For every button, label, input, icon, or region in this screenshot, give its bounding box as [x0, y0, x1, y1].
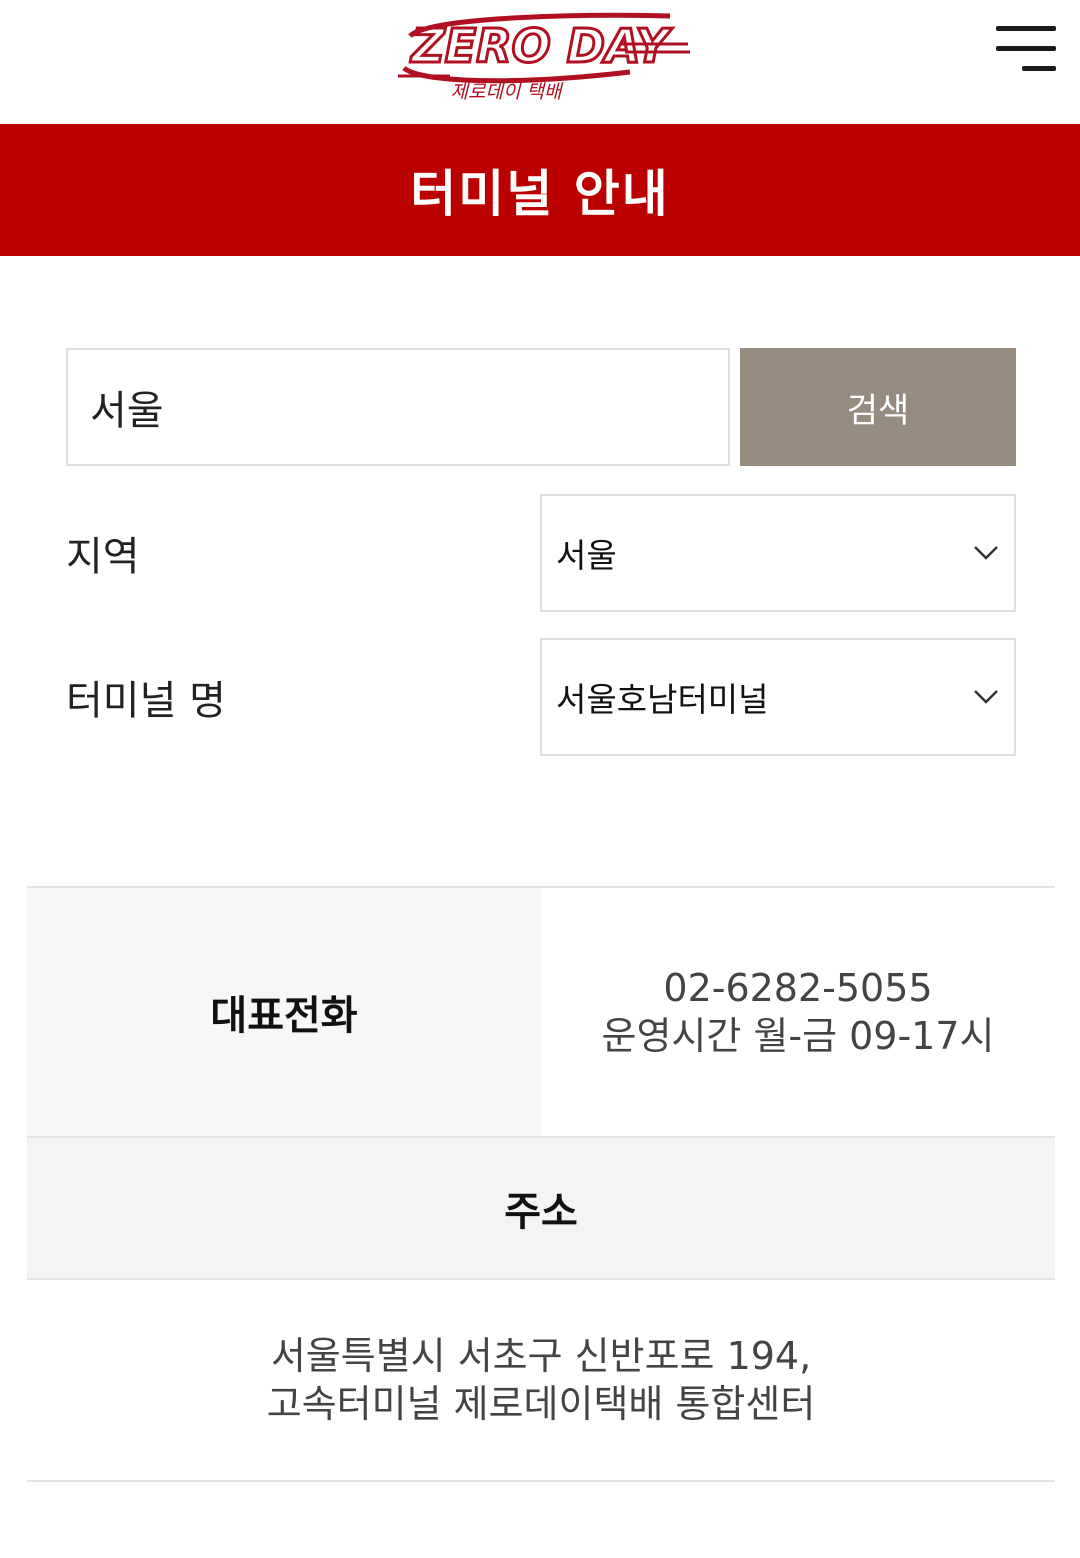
hamburger-menu-icon[interactable] — [990, 22, 1060, 78]
terminal-selected-value: 서울호남터미널 — [556, 680, 769, 719]
terminal-filter-row: 터미널 명 서울호남터미널 — [66, 638, 1016, 756]
page-title-bar: 터미널 안내 — [0, 124, 1080, 256]
logo-subtext: 제로데이 택배 — [451, 81, 564, 103]
address-line-1: 서울특별시 서초구 신반포로 194, — [270, 1334, 812, 1378]
phone-row: 대표전화 02-6282-5055 운영시간 월-금 09-17시 — [27, 886, 1055, 1138]
address-line-2: 고속터미널 제로데이택배 통합센터 — [266, 1382, 816, 1426]
region-filter-row: 지역 서울 — [66, 494, 1016, 612]
terminal-label: 터미널 명 — [66, 678, 226, 724]
phone-label: 대표전화 — [27, 888, 541, 1136]
search-input[interactable] — [66, 348, 730, 466]
chevron-down-icon — [974, 546, 998, 560]
region-label: 지역 — [66, 534, 140, 580]
menu-line — [1022, 66, 1056, 71]
chevron-down-icon — [974, 690, 998, 704]
zero-day-logo[interactable]: ZERO DAY 제로데이 택배 — [390, 6, 690, 106]
search-row: 검색 — [66, 348, 1016, 468]
region-select[interactable]: 서울 — [540, 494, 1016, 612]
menu-line — [996, 26, 1056, 31]
logo-graphic: ZERO DAY 제로데이 택배 — [398, 12, 690, 103]
phone-number[interactable]: 02-6282-5055 — [663, 964, 932, 1012]
page-title: 터미널 안내 — [410, 165, 670, 223]
address-label: 주소 — [27, 1138, 1055, 1280]
menu-line — [996, 46, 1056, 51]
operating-hours: 운영시간 월-금 09-17시 — [601, 1014, 995, 1058]
region-selected-value: 서울 — [556, 536, 617, 575]
search-button[interactable]: 검색 — [740, 348, 1016, 466]
header: ZERO DAY 제로데이 택배 — [0, 0, 1080, 124]
terminal-select[interactable]: 서울호남터미널 — [540, 638, 1016, 756]
address-details: 서울특별시 서초구 신반포로 194, 고속터미널 제로데이택배 통합센터 — [27, 1280, 1055, 1482]
terminal-info-table: 대표전화 02-6282-5055 운영시간 월-금 09-17시 주소 서울특… — [27, 886, 1055, 1482]
logo-wordmark: ZERO DAY — [409, 19, 673, 73]
phone-details: 02-6282-5055 운영시간 월-금 09-17시 — [541, 888, 1055, 1136]
